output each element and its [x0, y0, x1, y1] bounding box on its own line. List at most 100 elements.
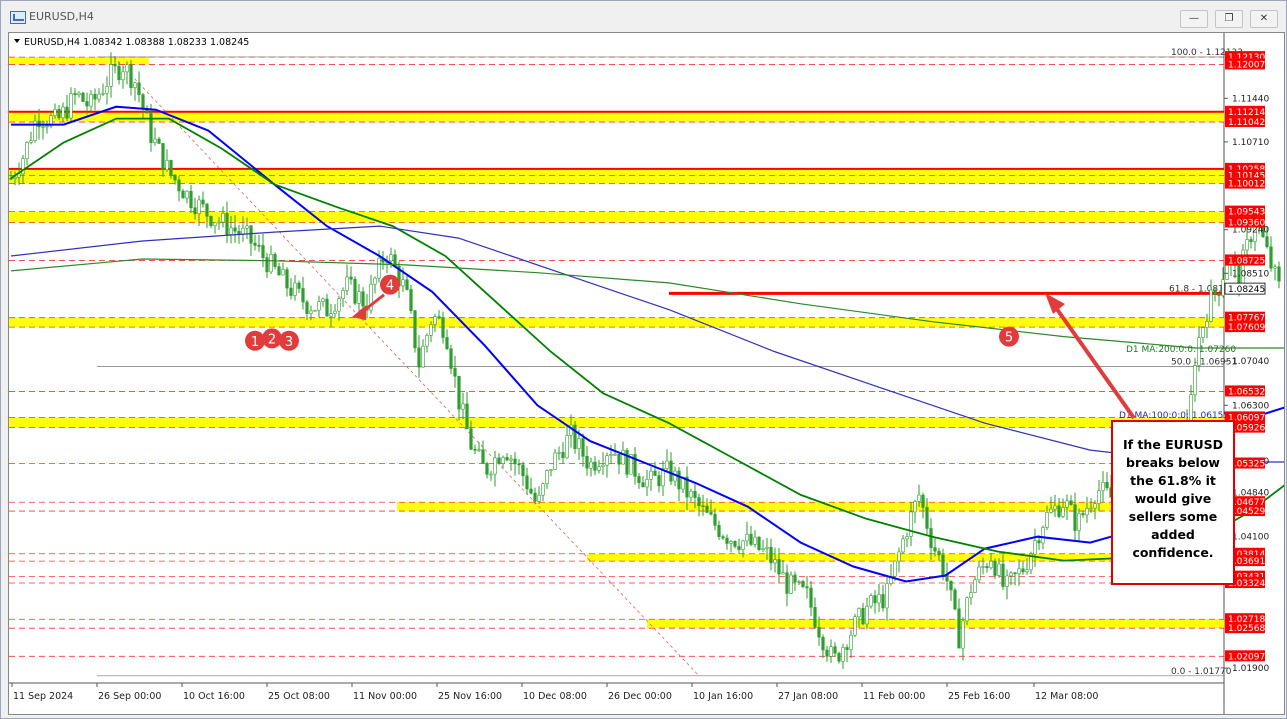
y-tick-label: 1.01900: [1232, 664, 1269, 674]
candle-body: [81, 92, 85, 102]
candle-body: [117, 65, 121, 81]
candle-body: [1097, 490, 1101, 504]
minimize-button[interactable]: —: [1180, 10, 1208, 28]
candle-body: [189, 190, 193, 209]
candle-body: [25, 142, 29, 159]
candle-body: [493, 457, 497, 475]
support-resistance-zone: [9, 317, 1224, 328]
callout-text-line: added: [1151, 527, 1195, 542]
candle-body: [417, 347, 421, 368]
candle-body: [281, 269, 285, 276]
candle-body: [285, 269, 289, 289]
candle-body: [1073, 504, 1077, 531]
candle-body: [897, 551, 901, 562]
candle-body: [785, 572, 789, 594]
candle-body: [873, 595, 877, 604]
price-tag-label: 1.02097: [1228, 652, 1265, 662]
candle-body: [409, 289, 413, 311]
candle-body: [325, 298, 329, 317]
candle-body: [321, 298, 325, 302]
restore-button[interactable]: ❐: [1215, 10, 1243, 28]
candle-body: [225, 212, 229, 235]
candle-body: [625, 449, 629, 475]
candle-body: [137, 82, 141, 95]
candle-body: [649, 470, 653, 480]
candle-body: [589, 461, 593, 469]
candle-body: [781, 572, 785, 575]
candle-body: [1025, 569, 1029, 573]
candle-body: [53, 109, 57, 116]
callout-text-line: sellers some: [1129, 509, 1217, 524]
chart-area[interactable]: 100.0 - 1.12133 61.8 - 1.08174 50.0 - 1.06…: [8, 32, 1285, 715]
candle-body: [289, 287, 293, 296]
candle-body: [13, 176, 17, 179]
close-button[interactable]: ✕: [1250, 10, 1278, 28]
ma100-label: D1 MA:100:0:0: 1.06155: [1119, 411, 1229, 421]
candle-body: [317, 301, 321, 311]
candle-body: [737, 546, 741, 550]
candle-body: [1269, 246, 1273, 269]
candle-body: [217, 221, 221, 224]
support-resistance-zone: [9, 57, 149, 65]
candle-body: [345, 276, 349, 291]
candle-body: [485, 463, 489, 475]
candle-body: [929, 528, 933, 548]
candle-body: [981, 566, 985, 568]
candle-body: [1265, 236, 1269, 248]
candle-body: [101, 92, 105, 95]
candle-body: [421, 345, 425, 368]
candle-body: [825, 649, 829, 657]
candle-body: [1001, 563, 1005, 587]
candle-body: [389, 254, 393, 262]
callout-text-line: If the EURUSD: [1123, 437, 1223, 452]
candle-body: [269, 253, 273, 273]
candle-body: [541, 483, 545, 496]
wave-marker-label: 5: [1005, 331, 1013, 346]
candle-body: [921, 494, 925, 508]
candle-body: [525, 475, 529, 490]
candle-body: [969, 592, 973, 599]
candle-body: [961, 620, 965, 649]
candle-body: [433, 316, 437, 325]
candle-body: [121, 71, 125, 81]
candle-body: [249, 225, 253, 244]
price-tag-label: 1.08725: [1228, 256, 1265, 266]
candle-body: [481, 449, 485, 464]
x-tick-label: 11 Nov 00:00: [353, 691, 417, 702]
candle-body: [1213, 289, 1217, 295]
candle-body: [181, 190, 185, 199]
candle-body: [489, 473, 493, 476]
candle-body: [841, 647, 845, 662]
candle-body: [973, 579, 977, 593]
candle-body: [57, 109, 61, 119]
candle-body: [501, 457, 505, 464]
candle-body: [309, 310, 313, 314]
candle-body: [805, 586, 809, 589]
candle-body: [41, 126, 45, 128]
candle-body: [509, 458, 513, 461]
candle-body: [497, 457, 501, 464]
candle-body: [1077, 513, 1081, 531]
candle-body: [193, 207, 197, 215]
candle-body: [913, 501, 917, 513]
candle-body: [149, 112, 153, 143]
candle-body: [465, 403, 469, 429]
candle-body: [821, 636, 825, 651]
x-tick-label: 10 Oct 16:00: [183, 691, 245, 702]
candle-body: [73, 93, 77, 96]
support-resistance-zone: [9, 211, 1224, 223]
candle-body: [505, 457, 509, 461]
candle-body: [537, 494, 541, 502]
candle-body: [165, 160, 169, 171]
candle-body: [585, 456, 589, 469]
callout-text-line: the 61.8% it: [1130, 473, 1216, 488]
candle-body: [1005, 575, 1009, 587]
candle-body: [257, 245, 261, 247]
x-tick-label: 11 Sep 2024: [13, 691, 73, 702]
candle-body: [993, 560, 997, 576]
symbol-info: EURUSD,H4 1.08342 1.08388 1.08233 1.0824…: [24, 37, 249, 48]
candle-body: [933, 547, 937, 552]
candle-body: [577, 438, 581, 449]
candle-body: [549, 469, 553, 471]
candle-body: [1217, 293, 1221, 296]
